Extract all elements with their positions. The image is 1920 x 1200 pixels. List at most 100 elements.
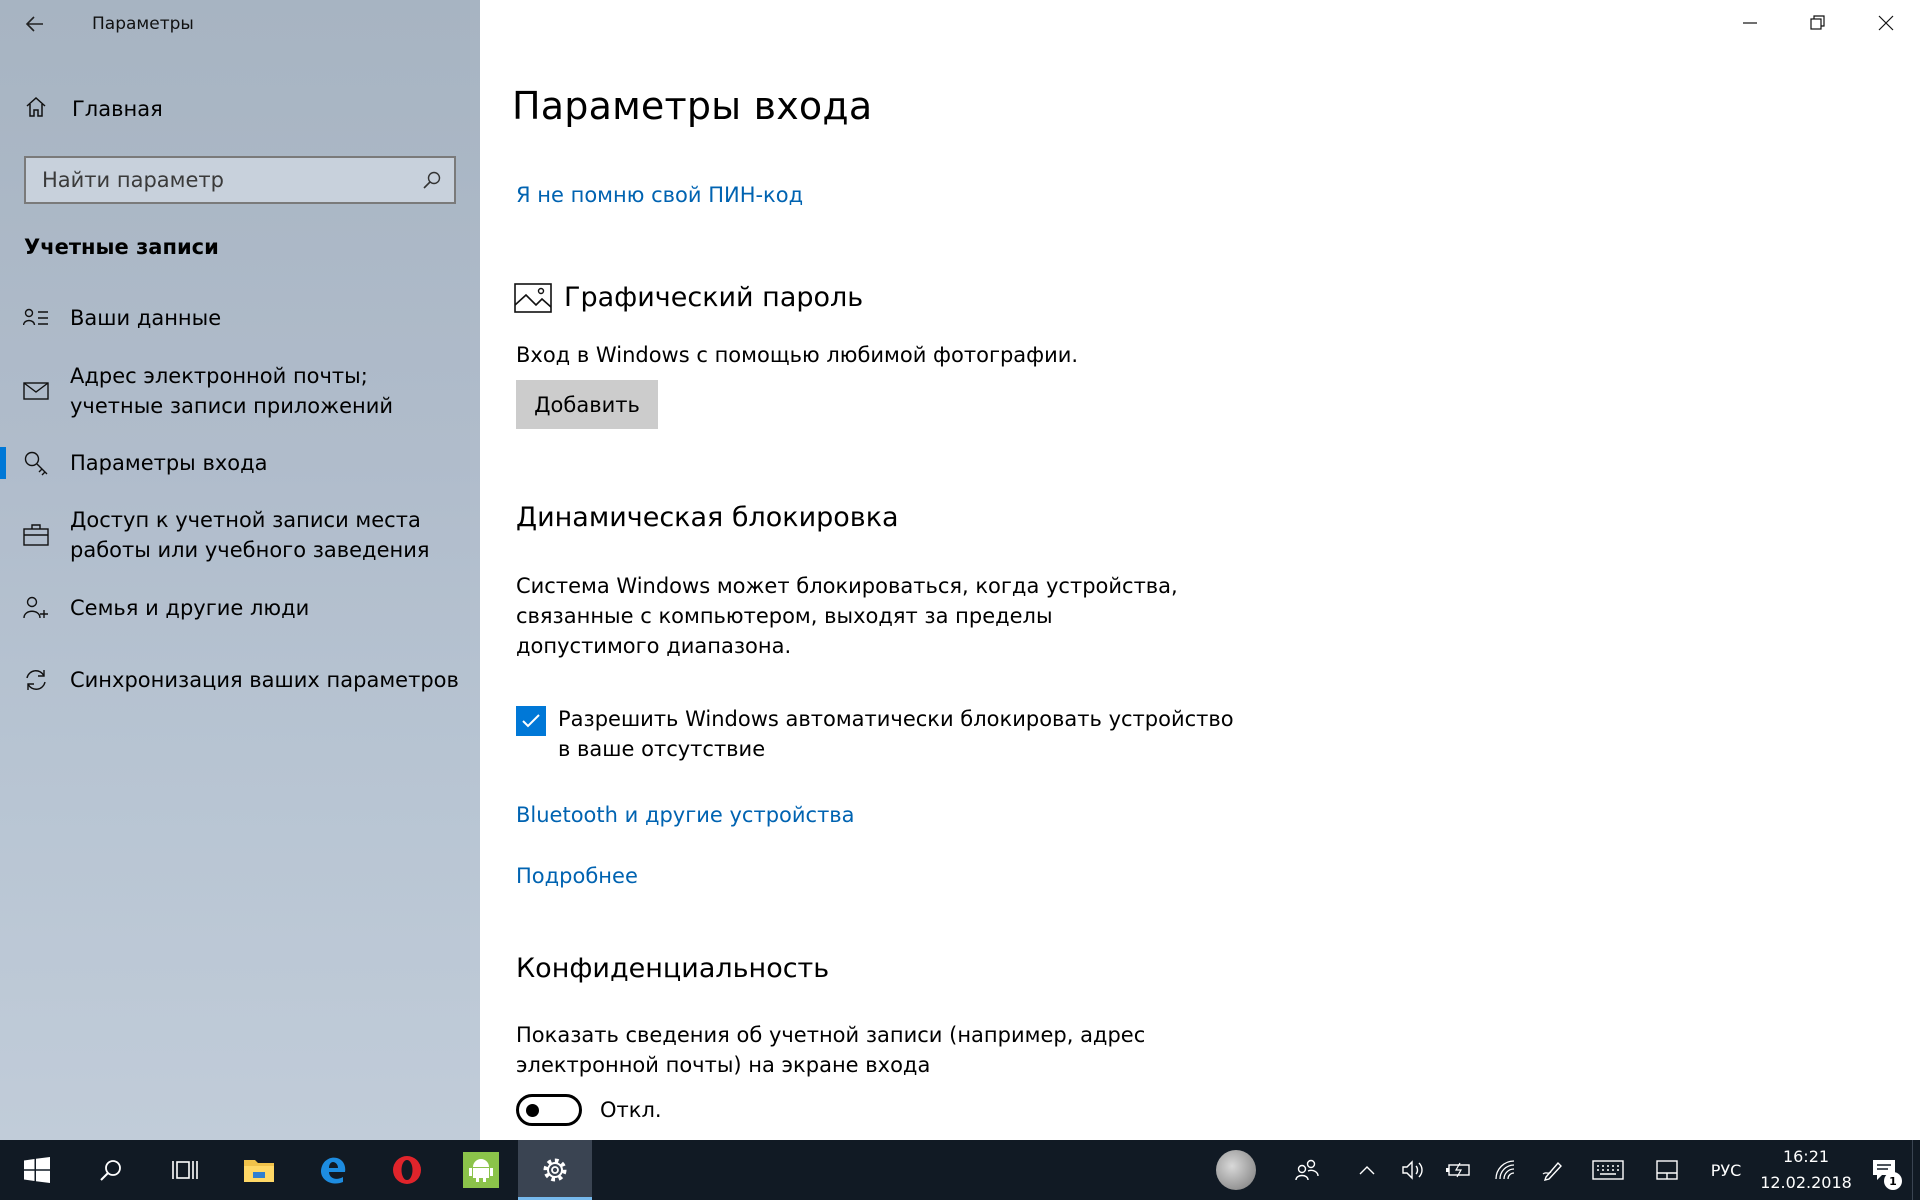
close-icon [1878, 15, 1894, 31]
volume-button[interactable] [1390, 1140, 1436, 1200]
restore-button[interactable] [1784, 0, 1852, 46]
start-button[interactable] [0, 1140, 74, 1200]
learn-more-link[interactable]: Подробнее [516, 864, 638, 888]
touchpad-icon [1656, 1160, 1678, 1180]
taskbar-file-explorer[interactable] [222, 1140, 296, 1200]
sidebar-item-home[interactable]: Главная [0, 86, 480, 132]
minimize-button[interactable] [1716, 0, 1784, 46]
key-icon [22, 450, 50, 476]
sidebar: Параметры Главная Учетные записи [0, 0, 480, 1140]
add-picture-password-button[interactable]: Добавить [516, 380, 658, 429]
sidebar-item-label: Синхронизация ваших параметров [70, 668, 459, 692]
task-view-icon [172, 1161, 198, 1179]
sidebar-item-work-access[interactable]: Доступ к учетной записи места работы или… [0, 490, 480, 580]
battery-icon [1446, 1162, 1470, 1178]
search-box[interactable] [24, 156, 456, 204]
touch-keyboard-button[interactable] [1578, 1140, 1638, 1200]
sidebar-item-sync[interactable]: Синхронизация ваших параметров [0, 636, 480, 724]
picture-icon [514, 282, 552, 313]
pen-icon [1542, 1161, 1562, 1181]
home-icon [24, 95, 48, 123]
privacy-toggle-state: Откл. [600, 1098, 662, 1122]
privacy-toggle[interactable] [516, 1094, 582, 1126]
sidebar-item-family[interactable]: Семья и другие люди [0, 580, 480, 636]
forgot-pin-link[interactable]: Я не помню свой ПИН-код [516, 183, 803, 207]
action-center-button[interactable]: 1 [1856, 1140, 1912, 1200]
touchpad-button[interactable] [1638, 1140, 1696, 1200]
page-title: Параметры входа [512, 84, 873, 128]
bluetooth-devices-link[interactable]: Bluetooth и другие устройства [516, 803, 855, 827]
briefcase-icon [22, 524, 50, 546]
privacy-toggle-row: Откл. [516, 1094, 662, 1126]
chevron-up-icon [1359, 1166, 1375, 1175]
windows-logo-icon [24, 1157, 50, 1183]
picture-password-header: Графический пароль [514, 282, 863, 313]
taskbar-android-app[interactable] [444, 1140, 518, 1200]
clock[interactable]: 16:21 12.02.2018 [1756, 1144, 1856, 1196]
show-desktop-button[interactable] [1912, 1140, 1920, 1200]
people-button[interactable] [1270, 1140, 1344, 1200]
people-icon [1295, 1159, 1319, 1181]
opera-icon [393, 1156, 421, 1184]
android-icon [469, 1159, 493, 1182]
sidebar-item-label: Главная [72, 97, 163, 121]
sidebar-item-sign-in-options[interactable]: Параметры входа [0, 436, 480, 490]
clock-time: 16:21 [1782, 1147, 1830, 1166]
sidebar-nav: Ваши данные Адрес электронной почты; уче… [0, 290, 480, 724]
checkmark-icon [522, 714, 540, 728]
avatar-icon [1216, 1150, 1256, 1190]
taskbar-edge[interactable] [296, 1140, 370, 1200]
sidebar-item-label: Доступ к учетной записи места работы или… [70, 508, 430, 562]
picture-password-title: Графический пароль [564, 282, 864, 313]
dynamic-lock-title: Динамическая блокировка [516, 502, 899, 533]
window-controls [1716, 0, 1920, 46]
clock-date: 12.02.2018 [1760, 1173, 1852, 1192]
search-icon [100, 1160, 121, 1181]
back-arrow-icon [25, 16, 43, 32]
sync-icon [22, 667, 50, 693]
sidebar-item-label: Параметры входа [70, 451, 268, 475]
taskbar: РУС 16:21 12.02.2018 1 [0, 1140, 1920, 1200]
dynamic-lock-checkbox[interactable] [516, 706, 546, 736]
sidebar-item-email[interactable]: Адрес электронной почты; учетные записи … [0, 346, 480, 436]
sidebar-item-label: Адрес электронной почты; учетные записи … [70, 364, 394, 418]
toggle-knob [526, 1104, 539, 1117]
keyboard-icon [1592, 1160, 1624, 1180]
dynamic-lock-description: Система Windows может блокироваться, ког… [516, 574, 1178, 658]
restore-icon [1810, 15, 1825, 30]
dynamic-lock-checkbox-row[interactable]: Разрешить Windows автоматически блокиров… [516, 704, 1238, 764]
input-language-button[interactable]: РУС [1696, 1161, 1756, 1180]
taskbar-search-button[interactable] [74, 1140, 148, 1200]
close-button[interactable] [1852, 0, 1920, 46]
battery-button[interactable] [1436, 1140, 1482, 1200]
taskbar-settings[interactable] [518, 1140, 592, 1200]
privacy-description: Показать сведения об учетной записи (нап… [516, 1023, 1146, 1077]
search-icon[interactable] [410, 170, 454, 190]
minimize-icon [1743, 22, 1757, 24]
edge-icon [321, 1157, 346, 1184]
show-hidden-icons-button[interactable] [1344, 1140, 1390, 1200]
sidebar-item-your-info[interactable]: Ваши данные [0, 290, 480, 346]
windows-ink-button[interactable] [1528, 1140, 1578, 1200]
volume-icon [1402, 1160, 1423, 1180]
sidebar-item-label: Семья и другие люди [70, 596, 310, 620]
network-button[interactable] [1482, 1140, 1528, 1200]
folder-icon [244, 1160, 274, 1182]
person-list-icon [22, 308, 50, 328]
notification-count-badge: 1 [1884, 1172, 1902, 1190]
picture-password-description: Вход в Windows с помощью любимой фотогра… [516, 343, 1079, 367]
taskbar-opera[interactable] [370, 1140, 444, 1200]
task-view-button[interactable] [148, 1140, 222, 1200]
title-bar: Параметры [0, 0, 480, 48]
mail-icon [22, 381, 50, 401]
add-person-icon [22, 596, 50, 620]
dynamic-lock-checkbox-label: Разрешить Windows автоматически блокиров… [558, 707, 1234, 761]
app-title: Параметры [92, 14, 194, 34]
sidebar-section-title: Учетные записи [24, 235, 219, 259]
android-tile [463, 1152, 499, 1188]
search-input[interactable] [26, 158, 410, 202]
back-button[interactable] [0, 0, 70, 48]
system-tray: РУС 16:21 12.02.2018 1 [1202, 1140, 1920, 1200]
user-avatar[interactable] [1202, 1140, 1270, 1200]
main-content: Параметры входа Я не помню свой ПИН-код … [480, 0, 1920, 1140]
